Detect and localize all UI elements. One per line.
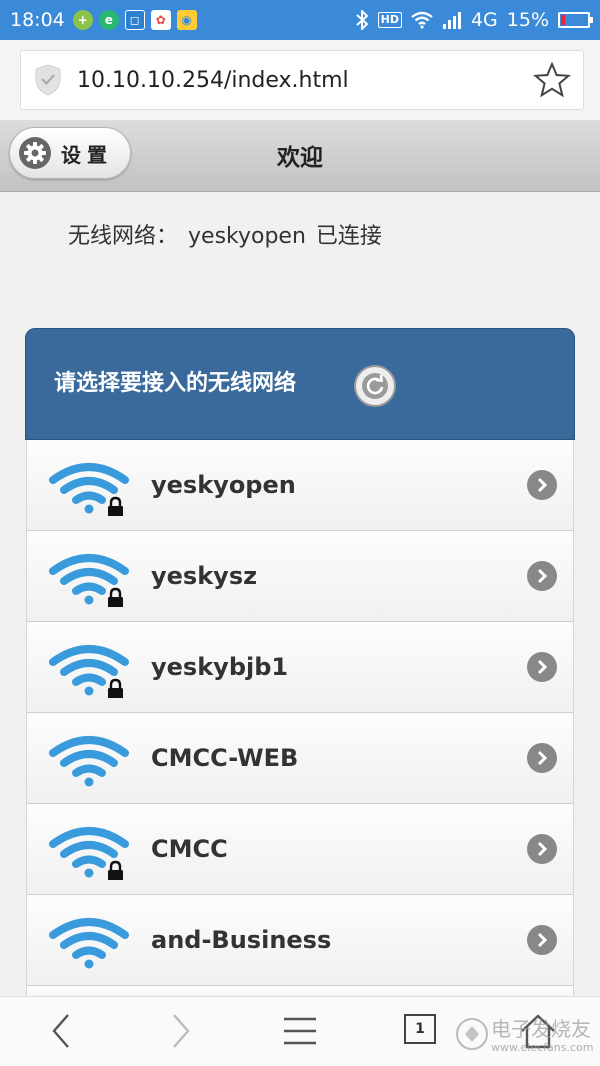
wifi-status-icon [411, 11, 433, 29]
network-ssid: yeskybjb1 [151, 653, 289, 681]
forward-icon[interactable] [166, 1011, 196, 1051]
connection-status: 无线网络： yeskyopen 已连接 [68, 218, 392, 250]
wifi-signal-icon [49, 736, 129, 787]
wifi-signal-icon [49, 554, 129, 607]
panel-title: 请选择要接入的无线网络 [54, 371, 297, 396]
status-bar: 18:04 + e ◻ ✿ ◉ HD 4G 15% [0, 0, 600, 40]
browser-toolbar: 10.10.10.254/index.html [0, 40, 600, 120]
wifi-signal-icon [49, 645, 129, 698]
hd-badge: HD [377, 12, 402, 28]
network-row[interactable]: yeskysz [26, 531, 574, 622]
network-ssid: and-Business [151, 926, 332, 954]
app-chat-icon: ◉ [176, 10, 197, 30]
bluetooth-icon [355, 10, 369, 30]
refresh-button[interactable] [354, 365, 396, 407]
network-ssid: CMCC [151, 835, 228, 863]
chevron-right-icon [527, 652, 557, 682]
refresh-icon [362, 373, 388, 399]
watermark-logo-icon [456, 1018, 488, 1050]
app-e-icon: e [98, 10, 119, 30]
network-ssid: CMCC-WEB [151, 744, 299, 772]
network-list: yeskyopen yeskysz yeskybjb1 CMCC-WEB CMCC and… [26, 440, 574, 1006]
wifi-signal-icon [49, 463, 129, 516]
battery-percent: 15% [506, 9, 549, 31]
back-icon[interactable] [46, 1011, 76, 1051]
watermark: 电子发烧友 www.elecfans.com [455, 1009, 595, 1059]
page-title: 欢迎 [277, 145, 323, 171]
watermark-url: www.elecfans.com [491, 1041, 594, 1054]
connection-label: 无线网络： [68, 224, 179, 249]
lock-icon [108, 860, 123, 880]
network-row[interactable]: CMCC [26, 804, 574, 895]
chevron-right-icon [527, 561, 557, 591]
chevron-right-icon [527, 470, 557, 500]
connected-ssid: yeskyopen [188, 224, 306, 249]
connection-state: 已连接 [315, 224, 382, 249]
lock-icon [108, 678, 123, 698]
app-scan-icon: ◻ [124, 10, 145, 30]
app-plus-icon: + [72, 10, 93, 30]
browser-bottom-bar: 1 电子发烧友 www.elecfans.com [0, 996, 600, 1066]
bookmark-star-icon[interactable] [533, 62, 571, 98]
menu-icon[interactable] [282, 1011, 318, 1051]
shield-icon [35, 64, 61, 96]
network-row[interactable]: yeskyopen [26, 440, 574, 531]
network-row[interactable]: and-Business [26, 895, 574, 986]
chevron-right-icon [527, 925, 557, 955]
app-photos-icon: ✿ [150, 10, 171, 30]
signal-icon [442, 12, 461, 29]
chevron-right-icon [527, 834, 557, 864]
network-type: 4G [470, 9, 498, 31]
status-time: 18:04 [10, 9, 65, 31]
chevron-right-icon [527, 743, 557, 773]
page-header: 设置 欢迎 [0, 120, 600, 192]
wifi-signal-icon [49, 918, 129, 969]
watermark-text: 电子发烧友 [491, 1017, 591, 1041]
wifi-signal-icon [49, 827, 129, 880]
network-row[interactable]: yeskybjb1 [26, 622, 574, 713]
url-text[interactable]: 10.10.10.254/index.html [77, 68, 349, 93]
network-ssid: yeskyopen [151, 471, 296, 499]
lock-icon [108, 496, 123, 516]
tabs-button[interactable]: 1 [404, 1014, 436, 1044]
battery-icon [558, 12, 593, 28]
network-ssid: yeskysz [151, 562, 258, 590]
network-panel-header: 请选择要接入的无线网络 [25, 328, 575, 440]
lock-icon [108, 587, 123, 607]
address-bar[interactable]: 10.10.10.254/index.html [20, 50, 584, 110]
network-row[interactable]: CMCC-WEB [26, 713, 574, 804]
